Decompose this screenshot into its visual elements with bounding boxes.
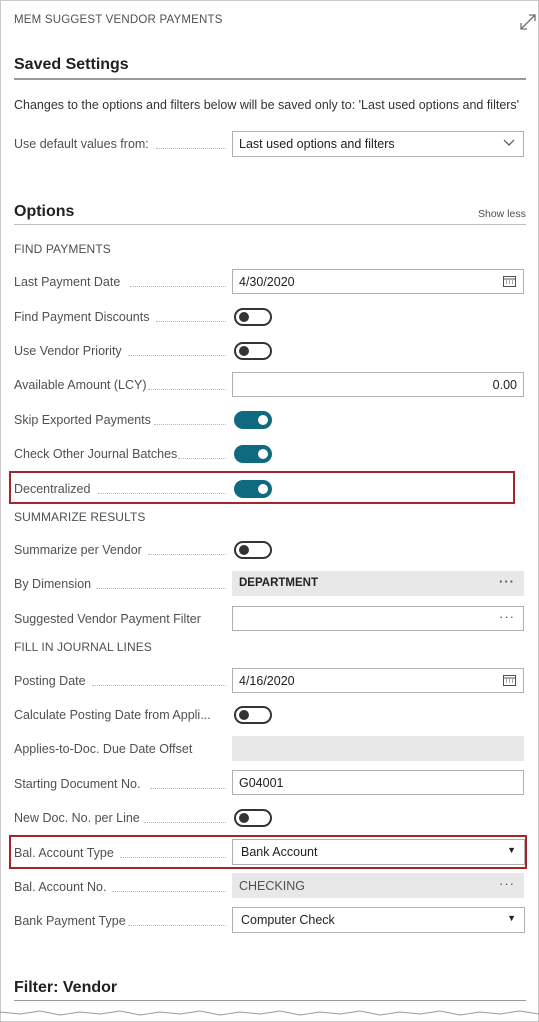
use-vendor-priority-toggle[interactable]: [234, 342, 272, 360]
bank-payment-type-label: Bank Payment Type: [14, 914, 126, 928]
leader-dots: [120, 857, 226, 858]
decentralized-toggle[interactable]: [234, 480, 272, 498]
applies-to-doc-field[interactable]: [232, 736, 524, 761]
calc-posting-date-toggle[interactable]: [234, 706, 272, 724]
decentralized-label: Decentralized: [14, 482, 91, 496]
available-amount-value: 0.00: [492, 378, 517, 392]
leader-dots: [130, 286, 226, 287]
posting-date-label: Posting Date: [14, 674, 86, 688]
bank-payment-type-value: Computer Check: [241, 913, 335, 927]
calendar-icon[interactable]: [503, 275, 516, 287]
last-payment-date-label: Last Payment Date: [14, 275, 121, 289]
leader-dots: [128, 355, 226, 356]
starting-doc-no-field[interactable]: G04001: [232, 770, 524, 795]
summarize-per-vendor-label: Summarize per Vendor: [14, 543, 142, 557]
saved-settings-title: Saved Settings: [14, 56, 129, 73]
leader-dots: [156, 148, 226, 149]
ellipsis-icon[interactable]: ···: [499, 609, 515, 624]
check-other-batches-label: Check Other Journal Batches: [14, 447, 178, 461]
by-dimension-label: By Dimension: [14, 577, 92, 591]
bal-account-no-value: CHECKING: [239, 879, 305, 893]
posting-date-value: 4/16/2020: [239, 674, 295, 688]
find-payment-discounts-label: Find Payment Discounts: [14, 310, 150, 324]
ellipsis-icon[interactable]: ···: [499, 876, 515, 891]
posting-date-field[interactable]: 4/16/2020: [232, 668, 524, 693]
starting-doc-no-value: G04001: [239, 776, 284, 790]
calendar-icon[interactable]: [503, 674, 516, 686]
caret-down-icon: ▼: [507, 913, 516, 923]
starting-doc-no-label: Starting Document No.: [14, 777, 141, 791]
options-title: Options: [14, 203, 75, 220]
leader-dots: [156, 321, 226, 322]
check-other-batches-toggle[interactable]: [234, 445, 272, 463]
section-divider: [14, 78, 526, 80]
bal-account-no-label: Bal. Account No.: [14, 880, 107, 894]
bal-account-type-value: Bank Account: [241, 845, 318, 859]
chevron-down-icon: [503, 139, 515, 146]
leader-dots: [144, 822, 226, 823]
calc-posting-date-label: Calculate Posting Date from Appli...: [14, 708, 211, 722]
leader-dots: [148, 554, 226, 555]
expand-icon[interactable]: [518, 12, 538, 32]
fill-journal-lines-heading: FILL IN JOURNAL LINES: [14, 640, 152, 654]
leader-dots: [92, 685, 226, 686]
suggested-filter-field[interactable]: ···: [232, 606, 524, 631]
last-payment-date-field[interactable]: 4/30/2020: [232, 269, 524, 294]
show-less-link[interactable]: Show less: [478, 208, 526, 220]
skip-exported-label: Skip Exported Payments: [14, 413, 151, 427]
leader-dots: [154, 424, 226, 425]
applies-to-doc-label: Applies-to-Doc. Due Date Offset: [14, 742, 193, 756]
section-divider: [14, 224, 526, 225]
use-default-value: Last used options and filters: [239, 137, 395, 151]
find-payment-discounts-toggle[interactable]: [234, 308, 272, 326]
bank-payment-type-select[interactable]: Computer Check ▼: [232, 907, 525, 933]
leader-dots: [112, 891, 226, 892]
suggested-filter-label: Suggested Vendor Payment Filter: [14, 612, 201, 626]
summarize-results-heading: SUMMARIZE RESULTS: [14, 510, 146, 524]
leader-dots: [178, 458, 226, 459]
saved-settings-note: Changes to the options and filters below…: [14, 98, 520, 112]
use-vendor-priority-label: Use Vendor Priority: [14, 344, 122, 358]
summarize-per-vendor-toggle[interactable]: [234, 541, 272, 559]
by-dimension-value: DEPARTMENT: [239, 577, 319, 589]
new-doc-no-toggle[interactable]: [234, 809, 272, 827]
bal-account-type-label: Bal. Account Type: [14, 846, 114, 860]
find-payments-heading: FIND PAYMENTS: [14, 242, 111, 256]
available-amount-label: Available Amount (LCY): [14, 378, 147, 392]
leader-dots: [148, 389, 226, 390]
available-amount-field[interactable]: 0.00: [232, 372, 524, 397]
caret-down-icon: ▼: [507, 845, 516, 855]
leader-dots: [150, 788, 226, 789]
leader-dots: [98, 493, 226, 494]
by-dimension-field[interactable]: DEPARTMENT ···: [232, 571, 524, 596]
filter-vendor-title: Filter: Vendor: [14, 979, 118, 996]
skip-exported-toggle[interactable]: [234, 411, 272, 429]
ellipsis-icon[interactable]: ···: [499, 574, 515, 589]
bal-account-type-select[interactable]: Bank Account ▼: [232, 839, 525, 865]
use-default-select[interactable]: Last used options and filters: [232, 131, 524, 157]
torn-edge: [0, 1010, 539, 1022]
bal-account-no-field[interactable]: CHECKING ···: [232, 873, 524, 898]
use-default-label: Use default values from:: [14, 137, 149, 151]
leader-dots: [96, 588, 226, 589]
page-title: MEM SUGGEST VENDOR PAYMENTS: [14, 14, 223, 26]
last-payment-date-value: 4/30/2020: [239, 275, 295, 289]
leader-dots: [128, 925, 226, 926]
new-doc-no-label: New Doc. No. per Line: [14, 811, 140, 825]
